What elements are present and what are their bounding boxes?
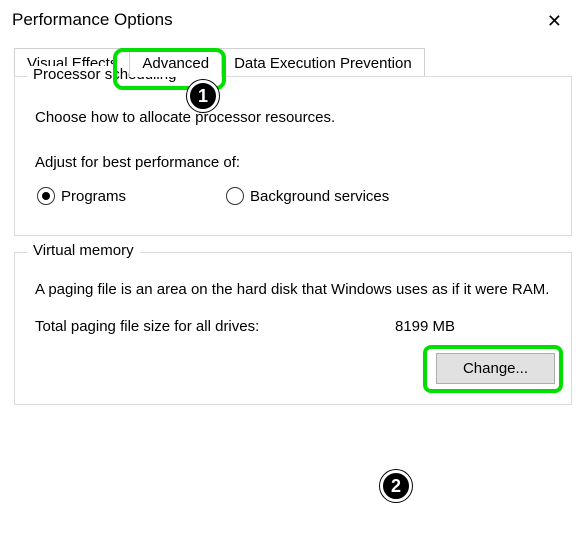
- radio-background-indicator: [226, 187, 244, 205]
- radio-background-label: Background services: [250, 188, 389, 205]
- tab-advanced[interactable]: Advanced: [129, 48, 222, 77]
- radio-programs-label: Programs: [61, 188, 126, 205]
- paging-total-value: 8199 MB: [395, 318, 555, 335]
- annotation-badge-2: 2: [380, 470, 412, 502]
- virtual-memory-group: Virtual memory A paging file is an area …: [14, 252, 572, 405]
- virtual-memory-description: A paging file is an area on the hard dis…: [35, 279, 555, 300]
- tab-data-execution-prevention[interactable]: Data Execution Prevention: [221, 48, 425, 77]
- processor-description: Choose how to allocate processor resourc…: [35, 109, 555, 126]
- close-icon[interactable]: ✕: [539, 10, 570, 32]
- paging-total-label: Total paging file size for all drives:: [35, 318, 395, 335]
- adjust-performance-label: Adjust for best performance of:: [35, 154, 555, 171]
- window-title: Performance Options: [12, 10, 173, 30]
- radio-programs[interactable]: Programs: [37, 187, 126, 205]
- virtual-memory-label: Virtual memory: [27, 242, 140, 259]
- radio-background-services[interactable]: Background services: [226, 187, 389, 205]
- change-button[interactable]: Change...: [436, 353, 555, 384]
- radio-programs-indicator: [37, 187, 55, 205]
- processor-scheduling-group: Processor scheduling Choose how to alloc…: [14, 76, 572, 236]
- annotation-badge-1: 1: [187, 80, 219, 112]
